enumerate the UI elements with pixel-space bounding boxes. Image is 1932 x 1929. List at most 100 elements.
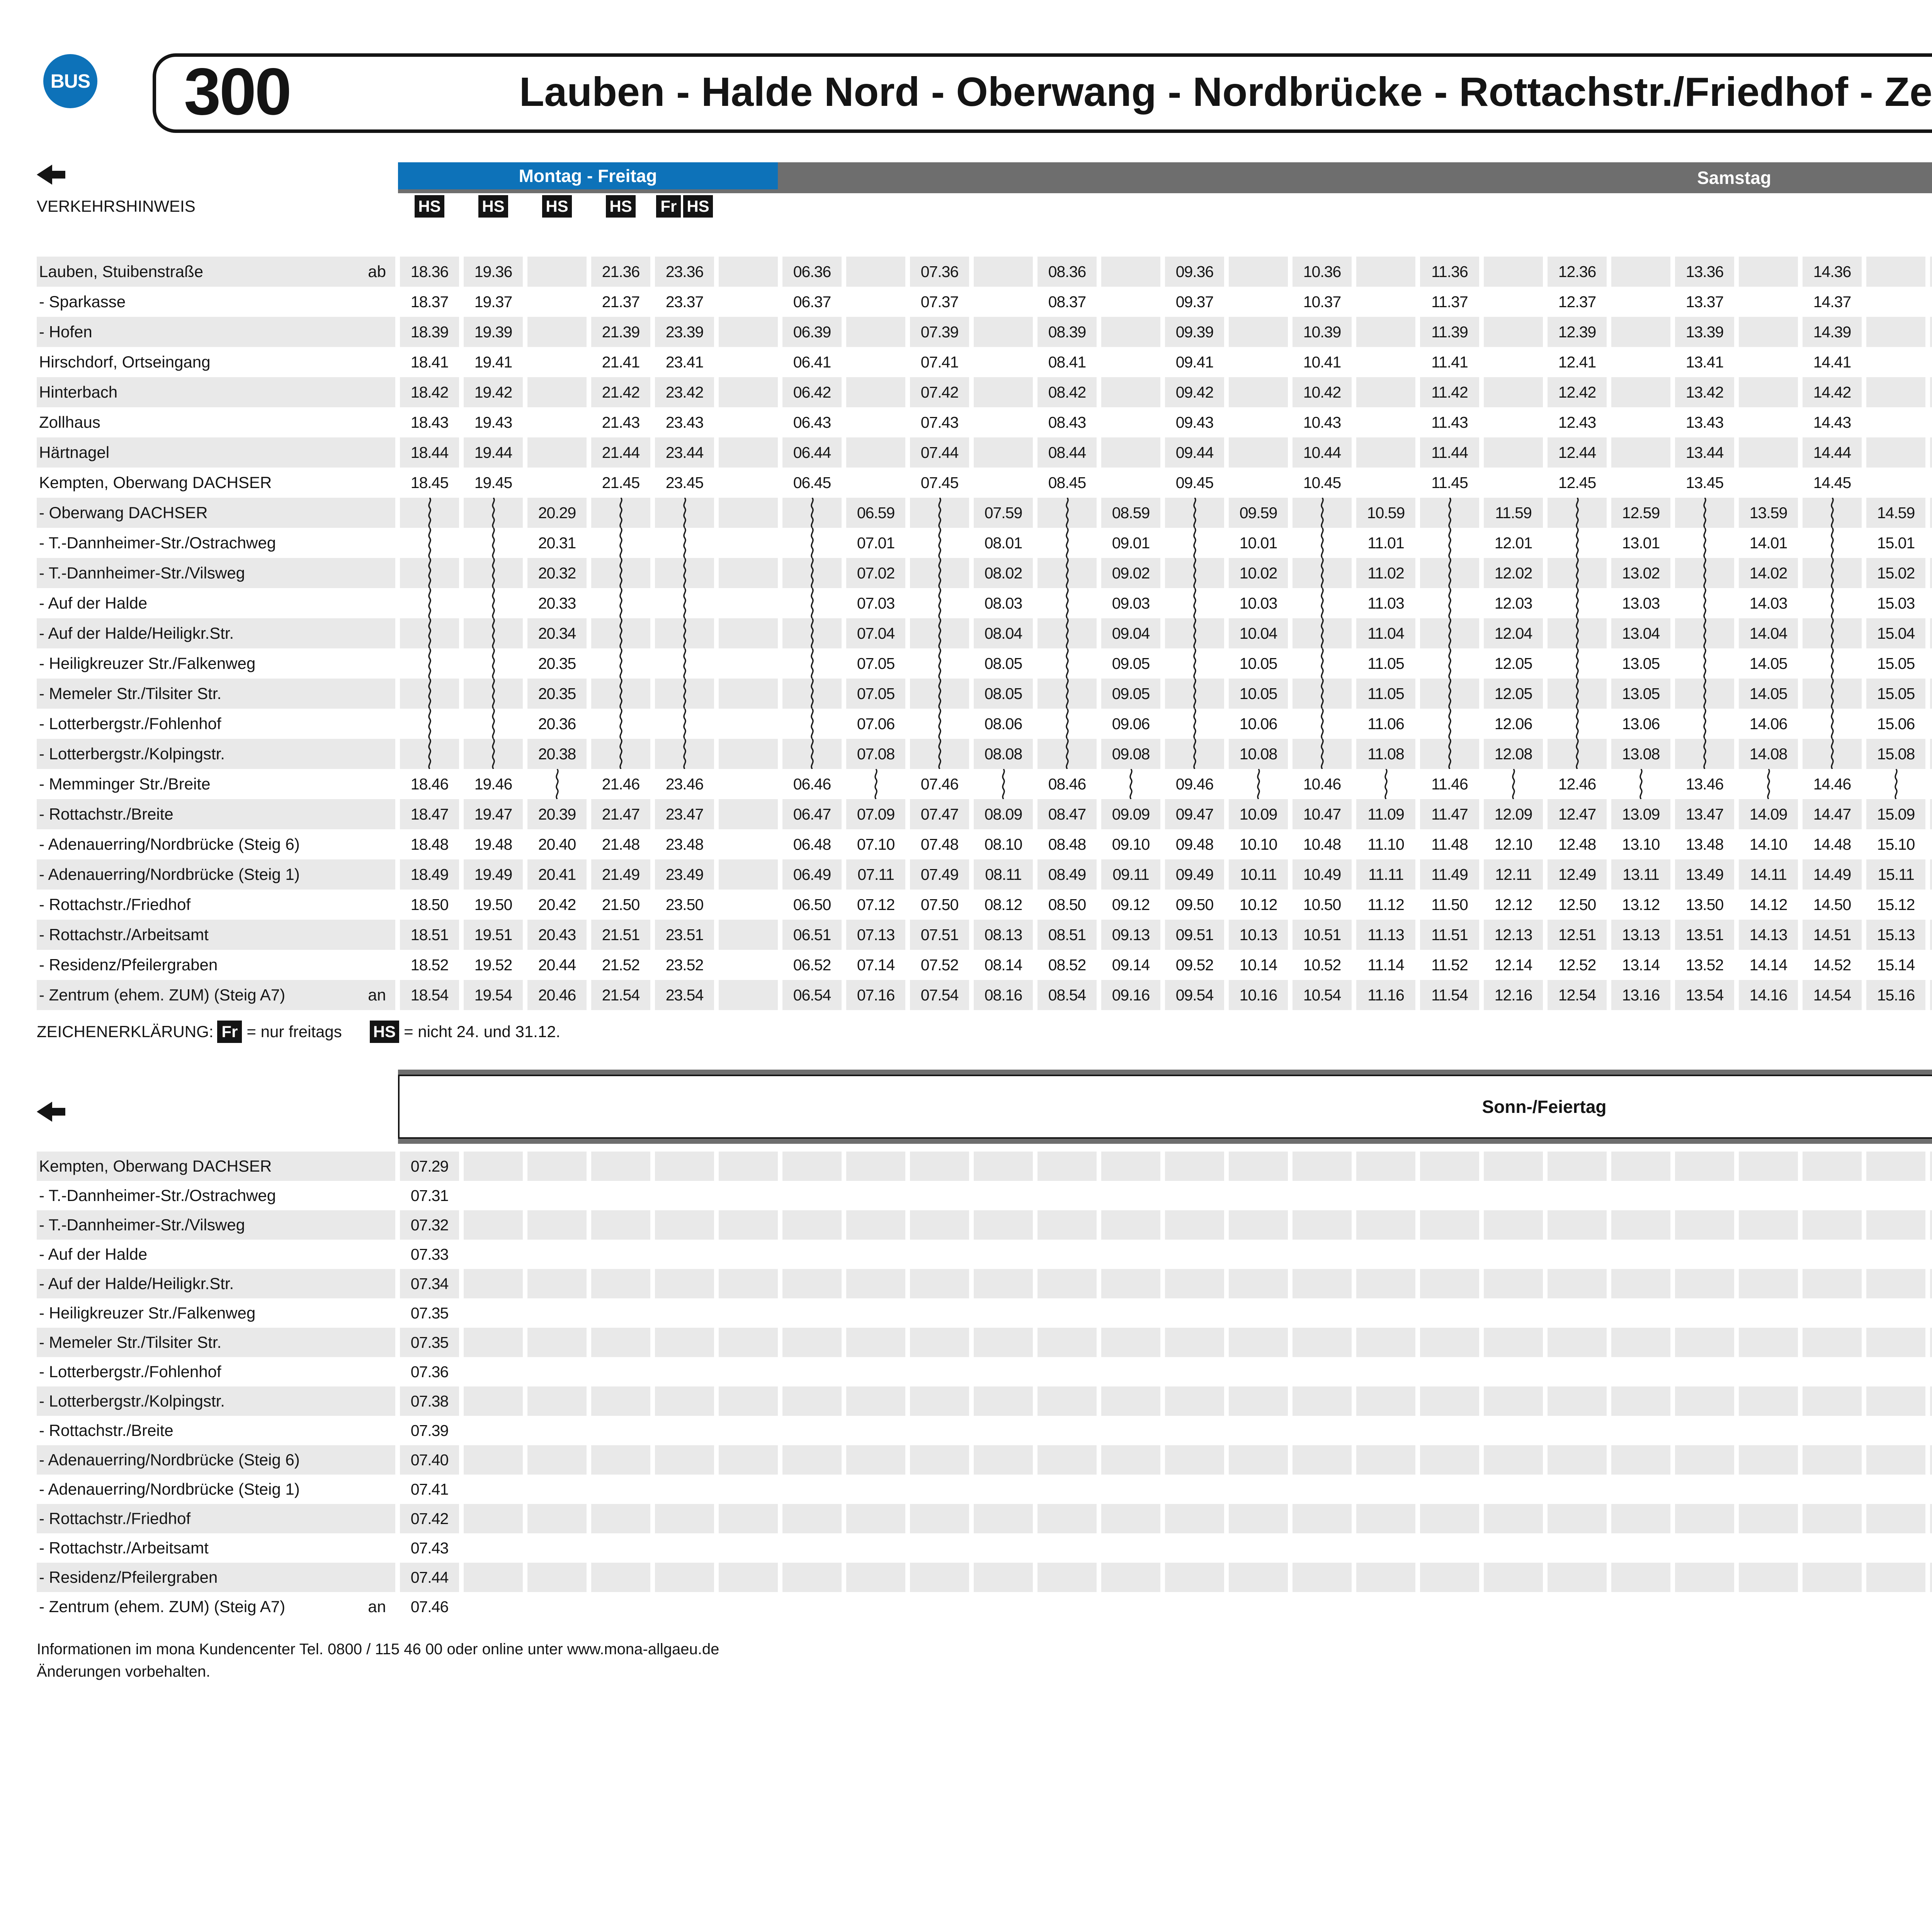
time-cell: 09.01 bbox=[1101, 528, 1160, 558]
empty-cell bbox=[1611, 1475, 1670, 1504]
empty-cell bbox=[719, 1416, 778, 1445]
no-stop-squiggle-icon bbox=[680, 588, 690, 618]
empty-cell bbox=[1548, 1504, 1607, 1533]
empty-cell bbox=[1866, 377, 1925, 407]
empty-cell bbox=[1356, 1445, 1415, 1475]
time-cell: 07.43 bbox=[910, 407, 969, 437]
no-stop-cell bbox=[782, 588, 842, 618]
empty-cell bbox=[1229, 1240, 1288, 1269]
empty-cell bbox=[1356, 287, 1415, 317]
empty-cell bbox=[1229, 407, 1288, 437]
stop-label-cell: - Hofen bbox=[37, 317, 395, 347]
empty-cell bbox=[846, 407, 905, 437]
no-stop-cell bbox=[400, 618, 459, 648]
empty-cell bbox=[719, 1152, 778, 1181]
no-stop-cell bbox=[591, 528, 650, 558]
stop-name: - Rottachstr./Friedhof bbox=[37, 895, 190, 914]
empty-cell bbox=[846, 1210, 905, 1240]
empty-cell bbox=[1165, 1357, 1224, 1386]
empty-cell bbox=[1229, 1298, 1288, 1328]
no-stop-cell bbox=[1675, 588, 1734, 618]
time-cell: 11.11 bbox=[1356, 859, 1415, 890]
time-cell: 07.43 bbox=[400, 1533, 459, 1563]
no-stop-squiggle-icon bbox=[680, 618, 690, 648]
stop-name: Kempten, Oberwang DACHSER bbox=[37, 1157, 272, 1175]
empty-cell bbox=[1293, 1504, 1352, 1533]
time-cell: 23.47 bbox=[655, 799, 714, 829]
gray-strip bbox=[398, 1070, 1932, 1075]
time-cell: 11.37 bbox=[1420, 287, 1479, 317]
time-cell: 08.08 bbox=[974, 739, 1033, 769]
empty-cell bbox=[1930, 1475, 1932, 1504]
time-cell: 07.44 bbox=[400, 1563, 459, 1592]
empty-cell bbox=[1229, 257, 1288, 287]
empty-cell bbox=[655, 1357, 714, 1386]
empty-cell bbox=[1611, 347, 1670, 377]
stop-label-cell: - Rottachstr./Friedhof bbox=[37, 1504, 395, 1533]
time-cell: 08.09 bbox=[974, 799, 1033, 829]
no-stop-cell bbox=[400, 498, 459, 528]
empty-cell bbox=[910, 1563, 969, 1592]
empty-cell bbox=[527, 257, 587, 287]
stop-label-cell: - Auf der Halde bbox=[37, 588, 395, 618]
empty-cell bbox=[1101, 1357, 1160, 1386]
empty-cell bbox=[1548, 1416, 1607, 1445]
time-cell: 15.08 bbox=[1866, 739, 1925, 769]
stop-name: - Memeler Str./Tilsiter Str. bbox=[37, 684, 221, 703]
time-cell: 06.50 bbox=[782, 890, 842, 920]
day-header-band: Montag - Freitag Samstag bbox=[398, 162, 1932, 193]
no-stop-cell bbox=[1548, 588, 1607, 618]
time-cell: 08.14 bbox=[974, 950, 1033, 980]
time-cell: 11.05 bbox=[1356, 648, 1415, 679]
empty-cell bbox=[910, 1152, 969, 1181]
time-cell: 09.36 bbox=[1165, 257, 1224, 287]
empty-cell bbox=[1293, 1210, 1352, 1240]
no-stop-cell bbox=[655, 739, 714, 769]
no-stop-squiggle-icon bbox=[1062, 618, 1072, 648]
empty-cell bbox=[1165, 1328, 1224, 1357]
time-cell: 09.10 bbox=[1101, 829, 1160, 859]
empty-cell bbox=[1930, 1240, 1932, 1269]
empty-cell bbox=[1165, 1269, 1224, 1298]
time-cell: 19.50 bbox=[464, 890, 523, 920]
stop-label-cell: - Rottachstr./Breite bbox=[37, 799, 395, 829]
no-stop-squiggle-icon bbox=[616, 709, 626, 739]
empty-cell bbox=[464, 1328, 523, 1357]
no-stop-squiggle-icon bbox=[871, 769, 881, 799]
time-cell: 21.47 bbox=[591, 799, 650, 829]
empty-cell bbox=[1675, 1210, 1734, 1240]
empty-cell bbox=[910, 1269, 969, 1298]
time-cell: 08.52 bbox=[1037, 950, 1097, 980]
timetable-mo-sa: Lauben, Stuibenstraßeab18.3619.3621.3623… bbox=[37, 257, 1932, 1010]
empty-cell bbox=[719, 1563, 778, 1592]
time-cell: 23.37 bbox=[655, 287, 714, 317]
empty-cell bbox=[1866, 1475, 1925, 1504]
time-cell: 09.06 bbox=[1101, 709, 1160, 739]
empty-cell bbox=[655, 1563, 714, 1592]
time-cell: 15.01 bbox=[1866, 528, 1925, 558]
empty-cell bbox=[1611, 317, 1670, 347]
empty-cell bbox=[1739, 1592, 1798, 1621]
empty-cell bbox=[464, 1210, 523, 1240]
empty-cell bbox=[1229, 1210, 1288, 1240]
empty-cell bbox=[1101, 1269, 1160, 1298]
no-stop-squiggle-icon bbox=[1445, 558, 1455, 588]
no-stop-cell bbox=[1930, 648, 1932, 679]
time-cell: 14.13 bbox=[1739, 920, 1798, 950]
no-stop-squiggle-icon bbox=[1700, 648, 1710, 679]
empty-cell bbox=[1930, 1504, 1932, 1533]
no-stop-cell bbox=[400, 558, 459, 588]
empty-cell bbox=[1420, 1563, 1479, 1592]
empty-cell bbox=[782, 1445, 842, 1475]
time-cell: 12.39 bbox=[1548, 317, 1607, 347]
time-cell: 20.34 bbox=[527, 618, 587, 648]
time-cell: 14.59 bbox=[1866, 498, 1925, 528]
empty-cell bbox=[719, 1269, 778, 1298]
empty-cell bbox=[1548, 1240, 1607, 1269]
empty-cell bbox=[591, 1298, 650, 1328]
time-cell: 15.10 bbox=[1866, 829, 1925, 859]
empty-cell bbox=[846, 1181, 905, 1210]
no-stop-squiggle-icon bbox=[425, 558, 435, 588]
no-stop-cell bbox=[910, 709, 969, 739]
time-cell: 09.37 bbox=[1165, 287, 1224, 317]
